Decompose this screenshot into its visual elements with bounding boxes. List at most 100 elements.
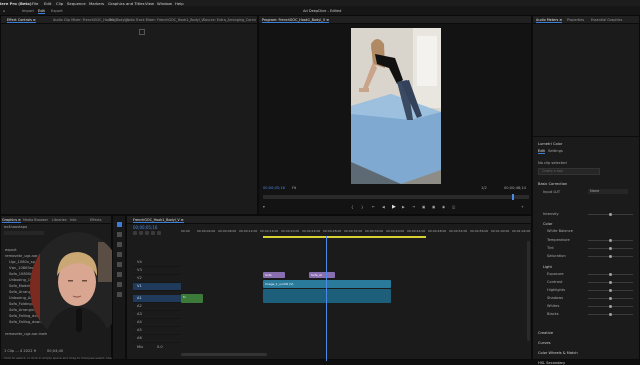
track-select-tool-icon[interactable] (117, 232, 122, 237)
selection-tool-icon[interactable] (117, 222, 122, 227)
blacks-slider[interactable] (588, 313, 633, 316)
import-tab[interactable]: Import (22, 9, 34, 13)
tab-sequence[interactable]: FrenchGOC_Hook1_Bodyl_V ≡ (133, 218, 184, 223)
audio-clip-green[interactable]: fx (181, 294, 203, 303)
exposure-slider[interactable] (588, 273, 633, 276)
snap-icon[interactable] (133, 231, 137, 235)
go-to-out-icon[interactable]: ⇥ (412, 205, 415, 209)
list-item[interactable]: export (5, 248, 17, 252)
section-basic-correction[interactable]: Basic Correction (538, 182, 567, 186)
export-tab[interactable]: Export (51, 9, 63, 13)
ripple-edit-tool-icon[interactable] (117, 242, 122, 247)
timeline-ruler[interactable]: 00;00 00;00;04;00 00;00;08;00 00;00;12;0… (181, 229, 531, 239)
input-lut-dropdown[interactable]: None (588, 189, 628, 194)
saturation-label: Saturation (547, 254, 566, 258)
track-label: V1 (137, 284, 142, 288)
panel-menu-icon[interactable] (139, 29, 145, 35)
mark-in-icon[interactable]: { (351, 205, 353, 209)
intensity-slider[interactable] (588, 213, 633, 216)
add-button-icon[interactable]: + (521, 205, 524, 209)
tab-graphics[interactable]: Graphics ≡ (2, 218, 21, 223)
whites-slider[interactable] (588, 305, 633, 308)
export-frame-icon[interactable]: ◉ (442, 205, 445, 209)
section-color-wheels[interactable]: Color Wheels & Match (538, 351, 578, 355)
razor-tool-icon[interactable] (117, 252, 122, 257)
audio-clip-main[interactable] (263, 289, 391, 303)
color-section[interactable]: Color (543, 222, 552, 226)
video-clip-v2-main[interactable]: Image_1_uniCR (V) (263, 280, 391, 288)
go-to-in-icon[interactable]: ⇤ (372, 205, 375, 209)
list-item[interactable]: Unboxing_Ar (9, 296, 32, 300)
resolution-dropdown[interactable]: 1/2 (481, 186, 487, 190)
temperature-slider[interactable] (588, 239, 633, 242)
section-curves[interactable]: Curves (538, 341, 550, 345)
shadows-slider[interactable] (588, 297, 633, 300)
pen-tool-icon[interactable] (117, 272, 122, 277)
tab-media-browser[interactable]: Media Browser (23, 218, 48, 222)
list-item[interactable]: Ugc_1080x_sp (9, 260, 35, 264)
timeline-panel: FrenchGOC_Hook1_Bodyl_V ≡ 00;00;05;16 00… (126, 215, 532, 361)
extract-icon[interactable]: ▣ (432, 205, 435, 209)
tab-program[interactable]: Program: FrenchGOC_Hook1_Bodyl_V ≡ (262, 18, 330, 23)
tint-slider[interactable] (588, 247, 633, 250)
list-item[interactable]: removebr_ugc-sar-inwh (5, 332, 47, 336)
step-forward-icon[interactable]: ▶ (402, 205, 405, 209)
project-title: Ad DeepDive - Edited (303, 9, 342, 13)
create-look-dropdown[interactable]: Create a look (538, 168, 600, 175)
divider (533, 136, 639, 137)
shadows-label: Shadows (547, 296, 564, 300)
edit-tab[interactable]: Edit (38, 9, 45, 14)
linked-selection-icon[interactable] (139, 231, 143, 235)
vertical-scrollbar[interactable] (527, 241, 530, 341)
timeline-tool-row (133, 231, 177, 236)
saturation-slider[interactable] (588, 255, 633, 258)
tab-properties[interactable]: Properties (567, 18, 584, 22)
tab-source[interactable]: Source: Extra_Arranging_Conm (203, 18, 256, 22)
step-back-icon[interactable]: ◀ (382, 205, 385, 209)
home-icon[interactable]: ⌂ (3, 9, 5, 13)
light-section[interactable]: Light (543, 265, 552, 269)
marker-icon[interactable]: ▾ (263, 205, 265, 209)
tab-audio-clip-mixer[interactable]: Audio Clip Mixer: FrenchGOC_Hook1_Bodyl_… (53, 18, 129, 22)
type-tool-icon[interactable] (117, 292, 122, 297)
tab-essential-graphics[interactable]: Essential Graphics (591, 18, 622, 22)
ruler-tick: 00;01;04;00 (512, 229, 531, 233)
mix-value[interactable]: 0.0 (157, 345, 163, 349)
tab-audio-track-mixer[interactable]: Audio Track Mixer: FrenchGOC_Hook1_Bodyl… (125, 18, 204, 22)
playhead-marker[interactable] (512, 194, 514, 200)
tab-libraries[interactable]: Libraries (52, 218, 67, 222)
tab-audio-meters[interactable]: Audio Meters ≡ (536, 18, 563, 23)
lumetri-tab-edit[interactable]: Edit (538, 149, 545, 154)
tab-text[interactable]: Text (109, 18, 116, 22)
track-v4: V4 (133, 259, 181, 267)
track-label: A3 (137, 312, 142, 316)
contrast-slider[interactable] (588, 281, 633, 284)
timeline-playhead[interactable] (326, 236, 327, 361)
video-clip-v3-b[interactable]: Sofa_Ar (309, 272, 335, 278)
video-clip-v3-a[interactable]: Sofa (263, 272, 285, 278)
tab-effects[interactable]: Effects (90, 218, 102, 222)
captions-icon[interactable] (157, 231, 161, 235)
timeline-settings-icon[interactable] (151, 231, 155, 235)
list-item[interactable]: Sofa_Falling_dow (9, 314, 39, 318)
program-scrubber[interactable] (263, 194, 529, 200)
slip-tool-icon[interactable] (117, 262, 122, 267)
lumetri-tab-settings[interactable]: Settings (548, 149, 563, 153)
comparison-view-icon[interactable]: ◫ (452, 205, 455, 209)
tab-effect-controls[interactable]: Effect Controls ≡ (7, 18, 36, 23)
tab-info[interactable]: Info (70, 218, 76, 222)
project-search-input[interactable] (4, 231, 44, 235)
section-creative[interactable]: Creative (538, 331, 553, 335)
fit-dropdown[interactable]: Fit (292, 186, 296, 190)
highlights-slider[interactable] (588, 289, 633, 292)
work-area-bar[interactable] (263, 236, 426, 238)
section-hsl-secondary[interactable]: HSL Secondary (538, 361, 565, 365)
add-marker-icon[interactable] (145, 231, 149, 235)
track-a1: A1 (133, 295, 181, 303)
horizontal-scrollbar[interactable] (181, 353, 267, 356)
lift-icon[interactable]: ▣ (422, 205, 425, 209)
hand-tool-icon[interactable] (117, 282, 122, 287)
video-frame (351, 28, 441, 184)
play-icon[interactable]: ▶ (392, 204, 396, 210)
mark-out-icon[interactable]: } (361, 205, 363, 209)
